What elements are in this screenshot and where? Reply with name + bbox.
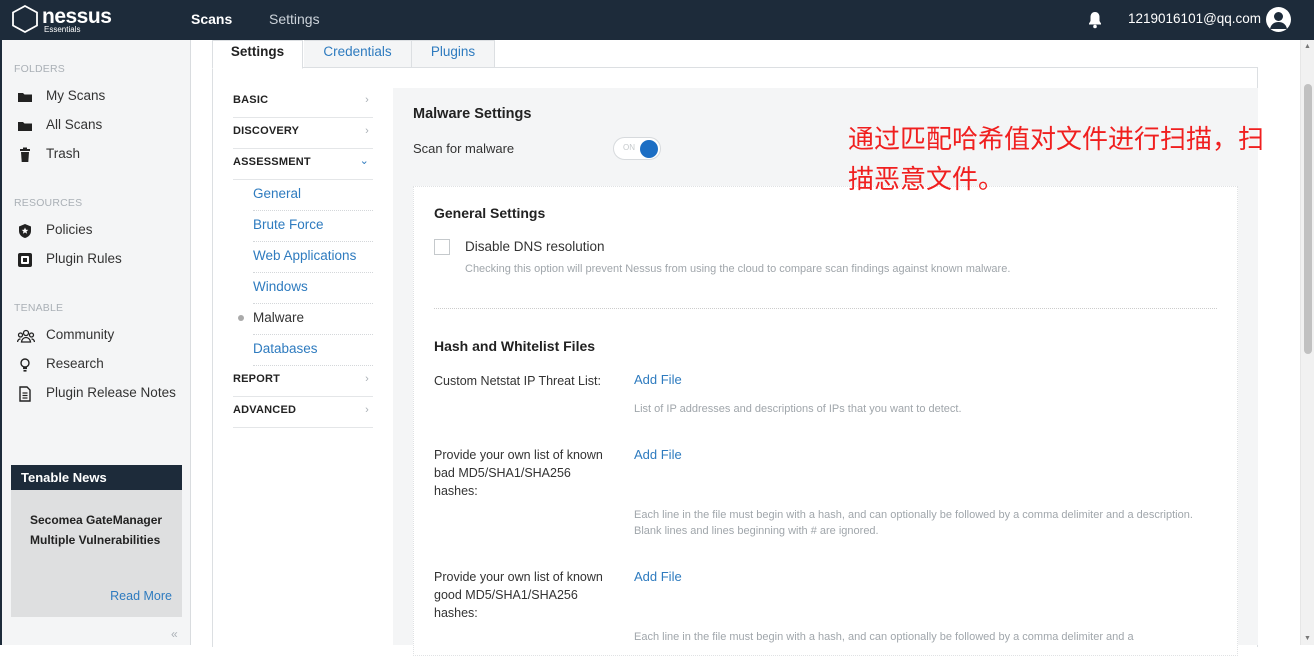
- netstat-threat-list-label: Custom Netstat IP Threat List:: [434, 374, 601, 388]
- document-icon: [17, 386, 33, 402]
- tenable-section-title: TENABLE: [14, 302, 64, 314]
- malware-options-box: General Settings Disable DNS resolution …: [413, 186, 1238, 656]
- tab-plugins[interactable]: Plugins: [412, 40, 495, 68]
- sidebar-item-all-scans[interactable]: All Scans: [2, 116, 191, 140]
- bad-hashes-help: Each line in the file must begin with a …: [634, 509, 1193, 537]
- news-title: Tenable News: [11, 465, 182, 490]
- sidebar-item-research[interactable]: Research: [2, 355, 191, 379]
- subnav-item-brute-force[interactable]: Brute Force: [253, 211, 373, 242]
- sidebar-item-label: Plugin Release Notes: [46, 385, 176, 400]
- active-indicator-dot: [238, 315, 244, 321]
- sidebar-item-policies[interactable]: Policies: [2, 221, 191, 245]
- scrollbar-thumb[interactable]: [1304, 84, 1312, 354]
- folder-icon: [17, 89, 33, 105]
- chevron-right-icon: ›: [365, 404, 369, 416]
- add-file-button[interactable]: Add File: [634, 447, 682, 462]
- hash-whitelist-title: Hash and Whitelist Files: [434, 338, 596, 354]
- disable-dns-checkbox[interactable]: [434, 239, 450, 255]
- chevron-down-icon: ⌄: [359, 155, 369, 167]
- add-file-button[interactable]: Add File: [634, 372, 682, 387]
- disable-dns-label: Disable DNS resolution: [465, 239, 605, 254]
- general-settings-title: General Settings: [434, 205, 546, 221]
- chevron-right-icon: ›: [365, 94, 369, 106]
- user-avatar-icon[interactable]: [1266, 7, 1291, 32]
- page-scrollbar[interactable]: ▲ ▼: [1300, 40, 1314, 645]
- read-more-link[interactable]: Read More: [110, 589, 172, 603]
- shield-icon: [17, 223, 33, 239]
- subnav-basic[interactable]: BASIC ›: [233, 87, 373, 118]
- subnav-item-general[interactable]: General: [253, 180, 373, 211]
- folder-icon: [17, 118, 33, 134]
- netstat-threat-list-help: List of IP addresses and descriptions of…: [634, 403, 962, 415]
- sidebar-item-plugin-release-notes[interactable]: Plugin Release Notes: [2, 384, 191, 408]
- subnav-label: REPORT: [233, 373, 281, 385]
- sidebar-item-label: All Scans: [46, 117, 103, 132]
- top-navigation-bar: nessus Essentials Scans Settings 1219016…: [0, 0, 1314, 40]
- sidebar-item-my-scans[interactable]: My Scans: [2, 87, 191, 111]
- subnav-item-malware[interactable]: Malware: [253, 304, 373, 335]
- sidebar-item-label: Trash: [46, 146, 81, 161]
- folders-section-title: FOLDERS: [14, 63, 65, 75]
- sidebar-item-label: My Scans: [46, 88, 106, 103]
- subnav-label: DISCOVERY: [233, 125, 300, 137]
- subnav-assessment[interactable]: ASSESSMENT ⌄: [233, 149, 373, 180]
- subnav-label: BASIC: [233, 94, 269, 106]
- bell-icon[interactable]: [1087, 11, 1103, 29]
- sidebar-item-label: Policies: [46, 222, 93, 237]
- subnav-item-databases[interactable]: Databases: [253, 335, 373, 366]
- nessus-logo-icon: [12, 5, 38, 33]
- sidebar-item-label: Research: [46, 356, 104, 371]
- nessus-logo[interactable]: nessus Essentials: [12, 5, 122, 35]
- tab-credentials[interactable]: Credentials: [304, 40, 412, 68]
- user-email[interactable]: 1219016101@qq.com: [1128, 11, 1261, 27]
- scan-for-malware-label: Scan for malware: [413, 141, 515, 156]
- news-headline[interactable]: Secomea GateManager Multiple Vulnerabili…: [30, 510, 170, 550]
- collapse-sidebar-icon[interactable]: «: [171, 627, 178, 641]
- plugin-icon: [17, 252, 33, 268]
- sidebar-item-label: Community: [46, 327, 115, 342]
- subnav-report[interactable]: REPORT ›: [233, 366, 373, 397]
- good-hashes-help: Each line in the file must begin with a …: [634, 631, 1134, 643]
- subnav-label: ADVANCED: [233, 404, 297, 416]
- add-file-button[interactable]: Add File: [634, 569, 682, 584]
- tab-settings[interactable]: Settings: [212, 40, 303, 69]
- brand-edition: Essentials: [44, 25, 81, 34]
- sidebar-item-community[interactable]: Community: [2, 326, 191, 350]
- community-icon: [16, 328, 36, 344]
- subnav-label: ASSESSMENT: [233, 156, 311, 168]
- tenable-news-widget: Tenable News Secomea GateManager Multipl…: [11, 465, 182, 617]
- nav-settings[interactable]: Settings: [269, 11, 320, 27]
- toggle-knob: [640, 140, 658, 158]
- toggle-state-text: ON: [623, 143, 635, 152]
- nav-scans[interactable]: Scans: [191, 11, 232, 27]
- subnav-discovery[interactable]: DISCOVERY ›: [233, 118, 373, 149]
- chevron-right-icon: ›: [365, 373, 369, 385]
- scan-for-malware-toggle[interactable]: ON: [613, 137, 661, 160]
- lightbulb-icon: [17, 357, 33, 373]
- good-hashes-label: Provide your own list of known good MD5/…: [434, 570, 603, 620]
- sidebar-item-label: Plugin Rules: [46, 251, 122, 266]
- scroll-up-arrow-icon[interactable]: ▲: [1304, 43, 1311, 50]
- chevron-right-icon: ›: [365, 125, 369, 137]
- sidebar-item-plugin-rules[interactable]: Plugin Rules: [2, 250, 191, 274]
- bad-hashes-label: Provide your own list of known bad MD5/S…: [434, 448, 603, 498]
- section-title: Malware Settings: [413, 106, 532, 122]
- subnav-item-web-applications[interactable]: Web Applications: [253, 242, 373, 273]
- sidebar-item-trash[interactable]: Trash: [2, 145, 191, 169]
- section-divider: [434, 308, 1217, 309]
- subnav-advanced[interactable]: ADVANCED ›: [233, 397, 373, 428]
- sidebar: FOLDERS My Scans All Scans Trash RESOURC…: [0, 40, 191, 645]
- scroll-down-arrow-icon[interactable]: ▼: [1304, 635, 1311, 642]
- subnav-item-windows[interactable]: Windows: [253, 273, 373, 304]
- resources-section-title: RESOURCES: [14, 197, 83, 209]
- red-annotation-text: 通过匹配哈希值对文件进行扫描，扫描恶意文件。: [848, 125, 1265, 195]
- disable-dns-help: Checking this option will prevent Nessus…: [465, 263, 1011, 275]
- trash-icon: [17, 147, 33, 163]
